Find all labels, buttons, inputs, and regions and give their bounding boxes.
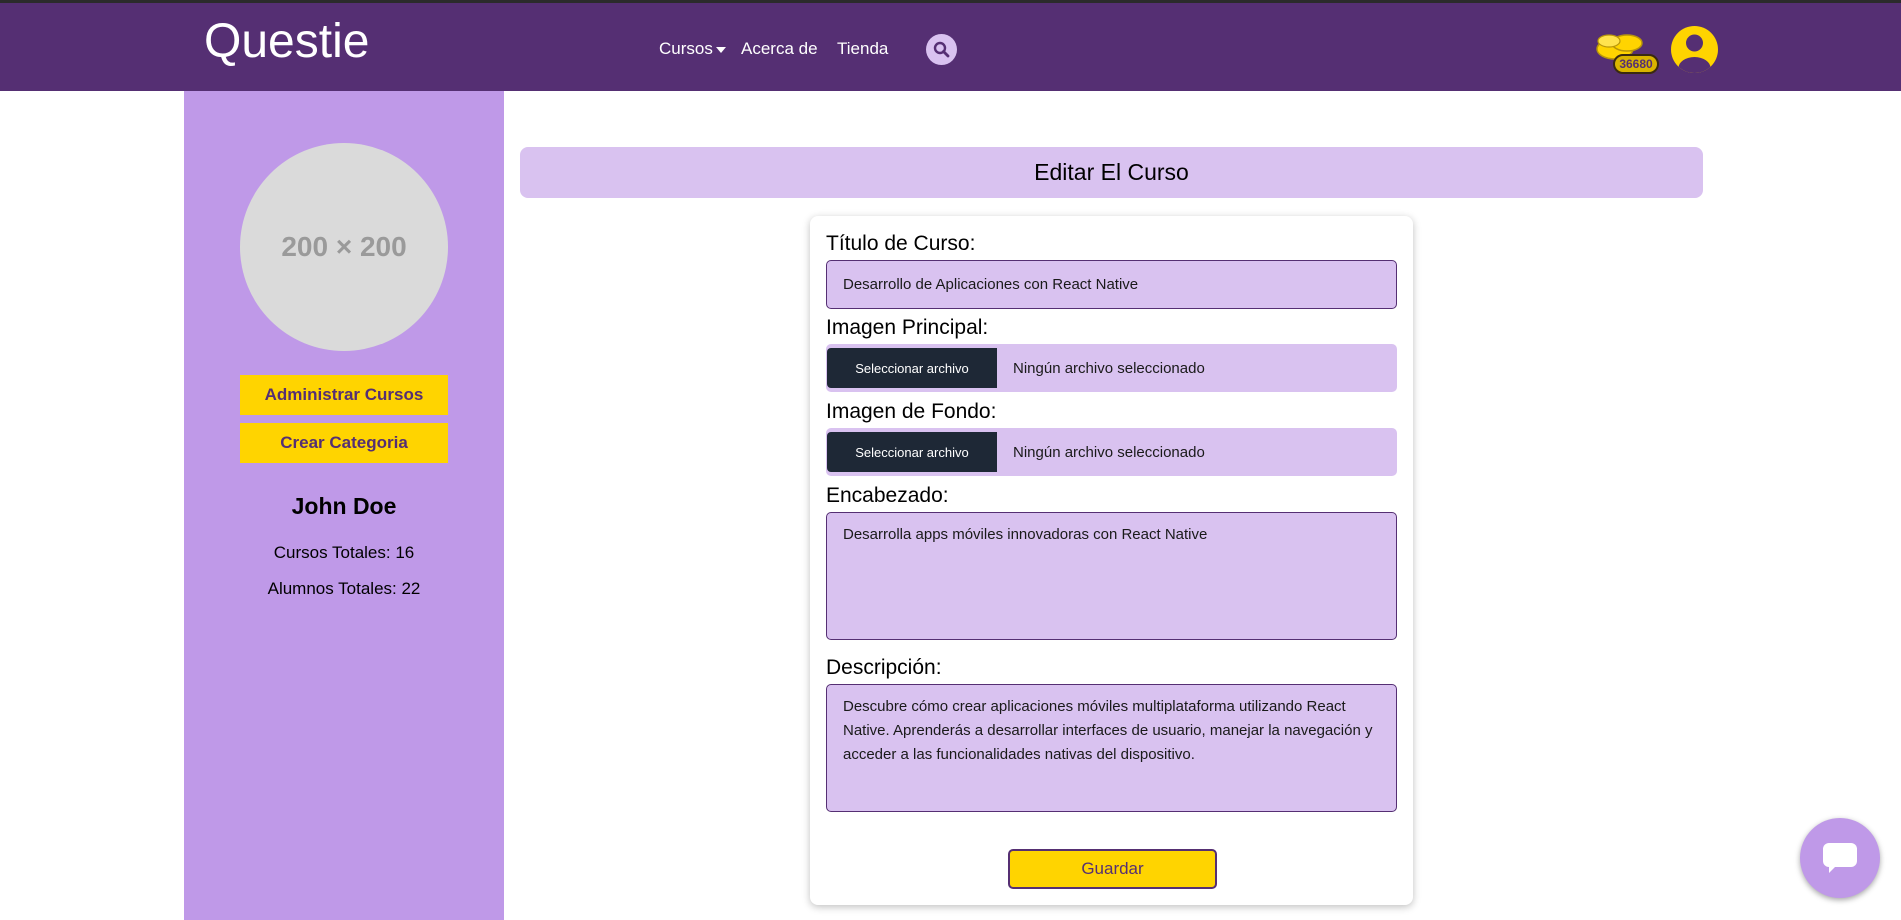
stat-alumnos-totales: Alumnos Totales: 22 — [267, 579, 421, 598]
imagen-fondo-label: Imagen de Fondo: — [826, 400, 997, 423]
stat-cursos-totales: Cursos Totales: 16 — [273, 543, 415, 562]
imagen-principal-file-status: Ningún archivo seleccionado — [1013, 359, 1205, 377]
guardar-button[interactable]: Guardar — [1008, 849, 1217, 889]
nav-tienda[interactable]: Tienda — [837, 39, 888, 59]
titulo-input[interactable]: Desarrollo de Aplicaciones con React Nat… — [826, 260, 1397, 309]
descripcion-textarea[interactable]: Descubre cómo crear aplicaciones móviles… — [826, 684, 1397, 812]
chat-icon — [1823, 843, 1857, 873]
user-menu-button[interactable] — [1671, 26, 1718, 73]
logo[interactable]: Questie — [204, 18, 369, 66]
descripcion-label: Descripción: — [826, 656, 942, 679]
encabezado-label: Encabezado: — [826, 484, 949, 507]
imagen-fondo-select-button[interactable]: Seleccionar archivo — [827, 432, 997, 472]
chat-button[interactable] — [1800, 818, 1880, 898]
imagen-principal-file-input[interactable]: Seleccionar archivo Ningún archivo selec… — [826, 344, 1397, 392]
nav-acerca-de[interactable]: Acerca de — [741, 39, 818, 59]
search-button[interactable] — [926, 34, 957, 65]
nav-cursos-label: Cursos — [659, 39, 713, 58]
user-name: John Doe — [291, 493, 397, 519]
crear-categoria-button[interactable]: Crear Categoria — [240, 423, 448, 463]
coin-count-badge: 36680 — [1613, 54, 1659, 74]
imagen-fondo-file-status: Ningún archivo seleccionado — [1013, 443, 1205, 461]
administrar-cursos-button[interactable]: Administrar Cursos — [240, 375, 448, 415]
top-navbar: Questie Cursos Acerca de Tienda 36680 — [0, 0, 1901, 91]
encabezado-textarea[interactable]: Desarrolla apps móviles innovadoras con … — [826, 512, 1397, 640]
imagen-principal-label: Imagen Principal: — [826, 316, 989, 339]
search-icon — [933, 41, 950, 58]
nav-cursos-dropdown[interactable]: Cursos — [659, 39, 726, 59]
imagen-principal-select-button[interactable]: Seleccionar archivo — [827, 348, 997, 388]
profile-picture: 200 × 200 — [240, 143, 448, 351]
titulo-label: Título de Curso: — [826, 232, 976, 255]
sidebar: 200 × 200 Administrar Cursos Crear Categ… — [184, 91, 504, 920]
caret-down-icon — [715, 46, 726, 53]
imagen-fondo-file-input[interactable]: Seleccionar archivo Ningún archivo selec… — [826, 428, 1397, 476]
edit-course-form: Título de Curso: Desarrollo de Aplicacio… — [810, 216, 1413, 905]
page-title: Editar El Curso — [520, 147, 1703, 198]
user-icon — [1678, 34, 1711, 73]
